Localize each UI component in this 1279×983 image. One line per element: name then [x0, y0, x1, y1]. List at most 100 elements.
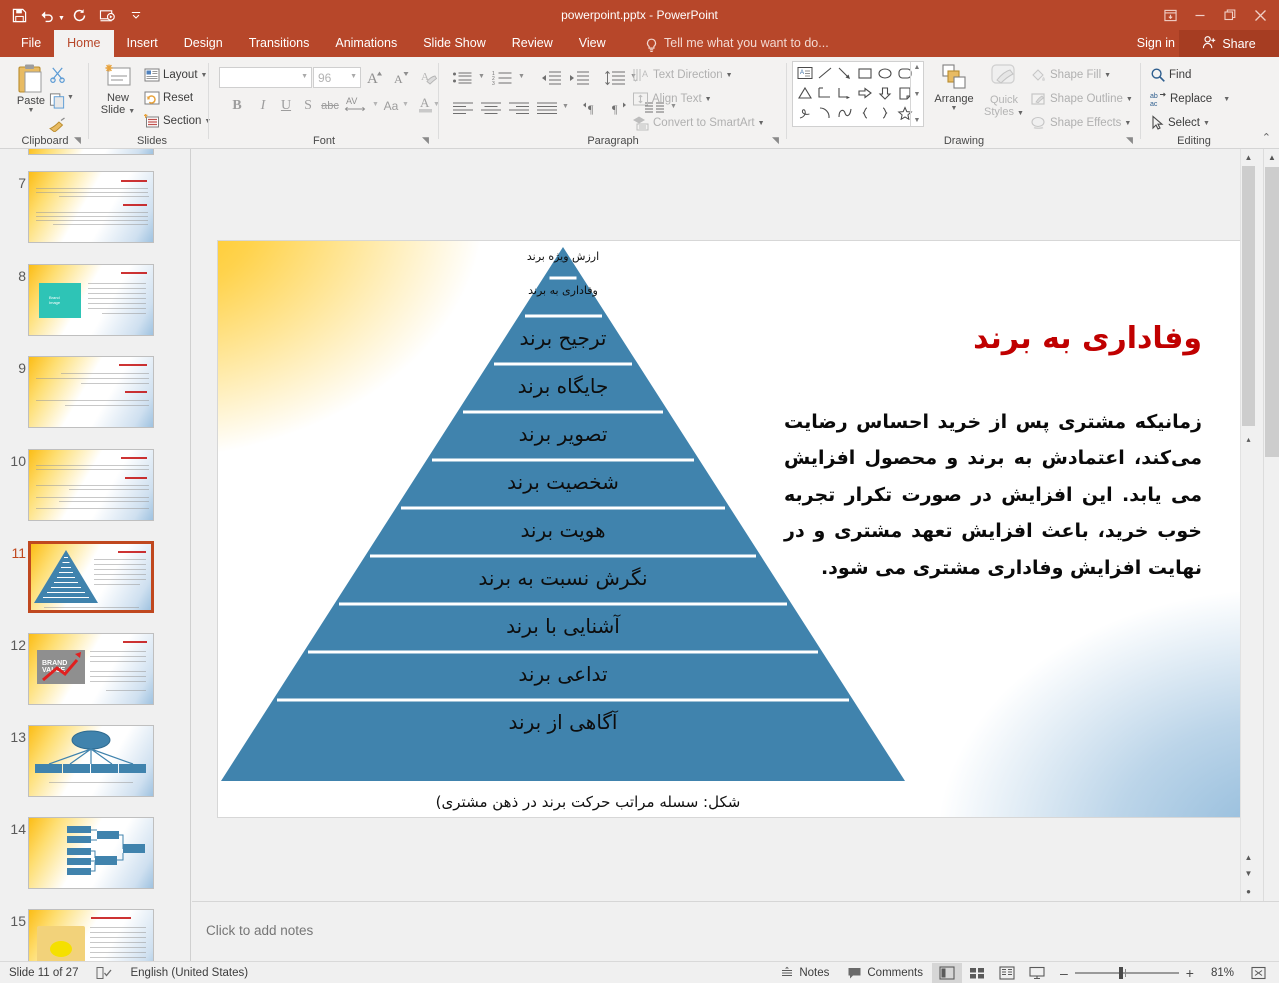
scroll-up-icon[interactable]: ▲ — [1264, 149, 1279, 166]
change-case-dropdown-icon[interactable]: ▼ — [402, 101, 409, 108]
paste-dropdown-icon[interactable]: ▼ — [28, 107, 35, 114]
text-direction-dropdown-icon[interactable]: ▼ — [726, 72, 733, 79]
shape-rectangle-icon[interactable] — [855, 63, 875, 83]
shapes-gallery-scrollbar[interactable]: ▲ ▼ ▼ — [910, 62, 923, 126]
zoom-out-button[interactable]: – — [1060, 965, 1068, 981]
ribbon-display-options-icon[interactable] — [1155, 2, 1185, 28]
quick-styles-dropdown-icon[interactable]: ▼ — [1017, 110, 1024, 117]
zoom-in-button[interactable]: + — [1186, 965, 1194, 981]
list-item[interactable]: 9 — [0, 356, 175, 436]
tab-transitions[interactable]: Transitions — [236, 30, 323, 57]
reading-view-button[interactable] — [992, 963, 1022, 983]
shape-elbow-connector-icon[interactable] — [815, 83, 835, 103]
shape-left-brace-icon[interactable] — [855, 103, 875, 123]
align-text-dropdown-icon[interactable]: ▼ — [705, 96, 712, 103]
tab-file[interactable]: File — [8, 30, 54, 57]
notes-placeholder[interactable]: Click to add notes — [206, 923, 313, 938]
zoom-track[interactable] — [1074, 966, 1179, 979]
list-item[interactable]: 7 — [0, 171, 175, 251]
slide-thumbnail-panel[interactable]: 7 8 Brand Image 9 10 11 12 BRAND VALUE 1… — [0, 149, 191, 961]
align-text-button[interactable]: Align Text ▼ — [632, 91, 712, 107]
gallery-more-icon[interactable]: ▼ — [914, 117, 921, 124]
arrange-button[interactable]: Arrange ▼ — [930, 63, 978, 112]
shape-effects-button[interactable]: Shape Effects ▼ — [1030, 115, 1131, 131]
slide-thumbnail-13[interactable] — [28, 725, 154, 797]
slide-sorter-view-button[interactable] — [962, 963, 992, 983]
replace-dropdown-icon[interactable]: ▼ — [1223, 96, 1230, 103]
layout-dropdown-icon[interactable]: ▼ — [201, 72, 208, 79]
find-button[interactable]: Find — [1150, 67, 1191, 83]
comments-toggle-button[interactable]: Comments — [838, 962, 932, 983]
list-item[interactable]: 13 — [0, 725, 175, 805]
numbering-button[interactable]: 123 — [490, 67, 516, 89]
tab-design[interactable]: Design — [171, 30, 236, 57]
reset-button[interactable]: Reset — [144, 90, 193, 106]
drawing-dialog-launcher[interactable]: ◥ — [1126, 135, 1133, 146]
copy-button[interactable] — [46, 89, 68, 111]
font-size-dropdown-icon[interactable]: ▼ — [350, 73, 357, 80]
minimize-button[interactable] — [1185, 2, 1215, 28]
shape-curve-icon[interactable] — [835, 103, 855, 123]
scroll-up-icon[interactable]: ▲ — [1241, 149, 1256, 165]
gallery-scroll-down-icon[interactable]: ▼ — [914, 91, 921, 98]
shape-ellipse-icon[interactable] — [875, 63, 895, 83]
numbering-dropdown-icon[interactable]: ▼ — [518, 73, 525, 80]
clear-formatting-button[interactable]: A — [418, 66, 440, 88]
strikethrough-button[interactable]: abc — [319, 95, 341, 117]
rtl-direction-button[interactable]: ¶ — [608, 97, 634, 119]
spell-check-button[interactable] — [87, 962, 121, 983]
justify-dropdown-icon[interactable]: ▼ — [562, 103, 569, 110]
slide-thumbnail-12[interactable]: BRAND VALUE — [28, 633, 154, 705]
shapes-gallery[interactable]: A ▲ ▼ ▼ — [792, 61, 924, 127]
slide-show-view-button[interactable] — [1022, 963, 1052, 983]
cut-button[interactable] — [46, 63, 68, 85]
shape-outline-dropdown-icon[interactable]: ▼ — [1126, 96, 1133, 103]
list-item[interactable]: 12 BRAND VALUE — [0, 633, 175, 713]
select-dropdown-icon[interactable]: ▼ — [1203, 120, 1210, 127]
zoom-slider[interactable]: – + — [1052, 965, 1202, 981]
shape-arrow-icon[interactable] — [835, 63, 855, 83]
slide-thumbnail[interactable] — [28, 149, 154, 155]
gallery-scroll-up-icon[interactable]: ▲ — [914, 64, 921, 71]
character-spacing-button[interactable]: AV — [342, 93, 370, 115]
list-item[interactable]: 10 — [0, 449, 175, 529]
decrease-indent-button[interactable] — [538, 67, 564, 89]
slide-thumbnail-8[interactable]: Brand Image — [28, 264, 154, 336]
shape-down-arrow-icon[interactable] — [875, 83, 895, 103]
scroll-split-icon[interactable]: ▴ — [1241, 431, 1256, 447]
clipboard-dialog-launcher[interactable]: ◥ — [74, 135, 81, 146]
convert-to-smartart-button[interactable]: Convert to SmartArt ▼ — [632, 115, 765, 131]
change-case-button[interactable]: Aa — [380, 95, 402, 117]
slide-counter[interactable]: Slide 11 of 27 — [0, 962, 87, 983]
thumbnail-panel-scrollbar[interactable]: ▲ ▼ — [1263, 149, 1279, 961]
zoom-handle[interactable] — [1118, 966, 1123, 979]
font-size-input[interactable]: 96 ▼ — [313, 67, 361, 88]
slide-thumbnail-15[interactable] — [28, 909, 154, 961]
normal-view-button[interactable] — [931, 962, 962, 983]
slide-thumbnail-7[interactable] — [28, 171, 154, 243]
shape-outline-button[interactable]: Shape Outline ▼ — [1030, 91, 1133, 107]
zoom-level[interactable]: 81% — [1202, 962, 1243, 983]
tab-view[interactable]: View — [566, 30, 619, 57]
slide-thumbnail-10[interactable] — [28, 449, 154, 521]
slide-body-text[interactable]: زمانیکه مشتری پس از خرید احساس رضایت می‌… — [784, 404, 1202, 586]
shape-fill-button[interactable]: Shape Fill ▼ — [1030, 67, 1111, 83]
align-right-button[interactable] — [506, 97, 532, 119]
tab-slide-show[interactable]: Slide Show — [410, 30, 499, 57]
character-spacing-dropdown-icon[interactable]: ▼ — [372, 101, 379, 108]
tab-home[interactable]: Home — [54, 30, 114, 57]
shape-fill-dropdown-icon[interactable]: ▼ — [1104, 72, 1111, 79]
arrange-dropdown-icon[interactable]: ▼ — [951, 105, 958, 112]
notes-toggle-button[interactable]: Notes — [771, 962, 838, 983]
shape-effects-dropdown-icon[interactable]: ▼ — [1124, 120, 1131, 127]
slide-title[interactable]: وفاداری به برند — [973, 321, 1202, 356]
layout-button[interactable]: Layout ▼ — [144, 67, 207, 83]
justify-button[interactable] — [534, 97, 560, 119]
font-name-dropdown-icon[interactable]: ▼ — [301, 73, 308, 80]
underline-button[interactable]: U — [275, 95, 297, 117]
font-dialog-launcher[interactable]: ◥ — [422, 135, 429, 146]
next-slide-button[interactable]: ▼ — [1241, 865, 1256, 881]
slide-thumbnail-11[interactable] — [28, 541, 154, 613]
smartart-dropdown-icon[interactable]: ▼ — [758, 120, 765, 127]
new-slide-button[interactable]: New Slide ▼ — [96, 63, 140, 118]
